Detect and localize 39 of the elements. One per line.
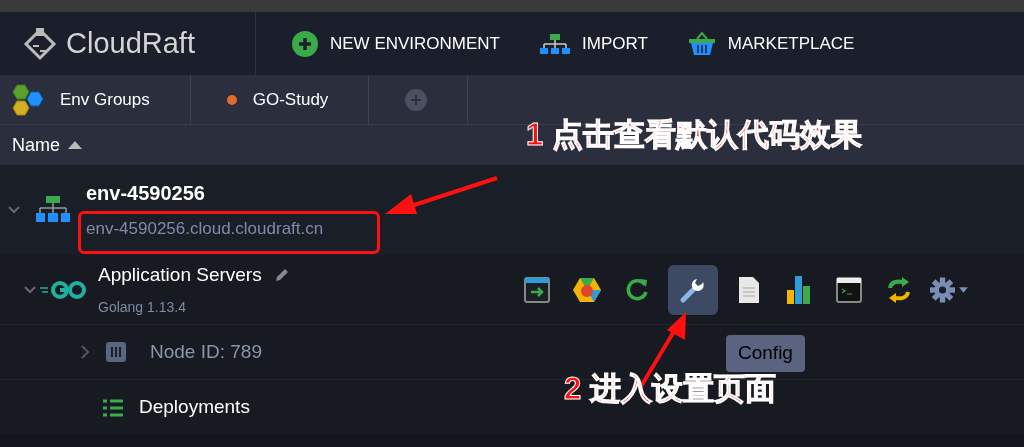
server-icon [106, 342, 126, 362]
basket-icon [687, 30, 716, 57]
chevron-icon[interactable] [8, 205, 20, 215]
go-logo-icon [40, 279, 86, 300]
breadcrumb-label[interactable]: GO-Study [252, 86, 329, 113]
deployments-label[interactable]: Deployments [139, 393, 250, 422]
chevron-icon[interactable] [24, 284, 36, 295]
hierarchy-icon [36, 196, 70, 224]
hexagons-icon [12, 83, 44, 116]
logo-text: CloudRaft [66, 25, 195, 61]
document-icon [738, 275, 760, 304]
caret-icon [959, 286, 968, 293]
tooltip: Config [726, 335, 805, 372]
list-icon [103, 398, 123, 417]
hexagon-icon [573, 276, 601, 303]
bar-chart-icon [787, 275, 811, 304]
swap-arrows-icon [887, 275, 911, 304]
column-header[interactable]: Name [12, 131, 60, 159]
environment-url[interactable]: env-4590256.cloud.cloudraft.cn [86, 216, 324, 242]
restart-icon [624, 276, 650, 303]
gear-icon [930, 275, 956, 304]
header-action[interactable]: NEW ENVIRONMENT [330, 30, 500, 57]
environment-name: env-4590256 [86, 181, 206, 207]
header-action[interactable]: IMPORT [582, 30, 648, 57]
logo-icon [22, 25, 58, 62]
plus-icon [292, 30, 318, 57]
node-group-name: Application Servers [98, 262, 262, 287]
pencil-icon[interactable] [273, 267, 290, 283]
annotation-text: 1 点击查看默认代码效果 [526, 116, 862, 154]
node-group-version: Golang 1.13.4 [98, 298, 187, 318]
breadcrumb-label[interactable]: Env Groups [60, 86, 150, 113]
annotation-text: 2 进入设置页面 [564, 370, 776, 408]
toolbar-button[interactable] [668, 264, 718, 315]
chevron-icon[interactable] [80, 345, 90, 359]
header-action[interactable]: MARKETPLACE [727, 30, 855, 57]
open-in-browser-icon [524, 276, 550, 303]
network-icon [540, 31, 570, 56]
terminal-icon [836, 276, 862, 303]
node-label[interactable]: Node ID: 789 [150, 337, 262, 367]
